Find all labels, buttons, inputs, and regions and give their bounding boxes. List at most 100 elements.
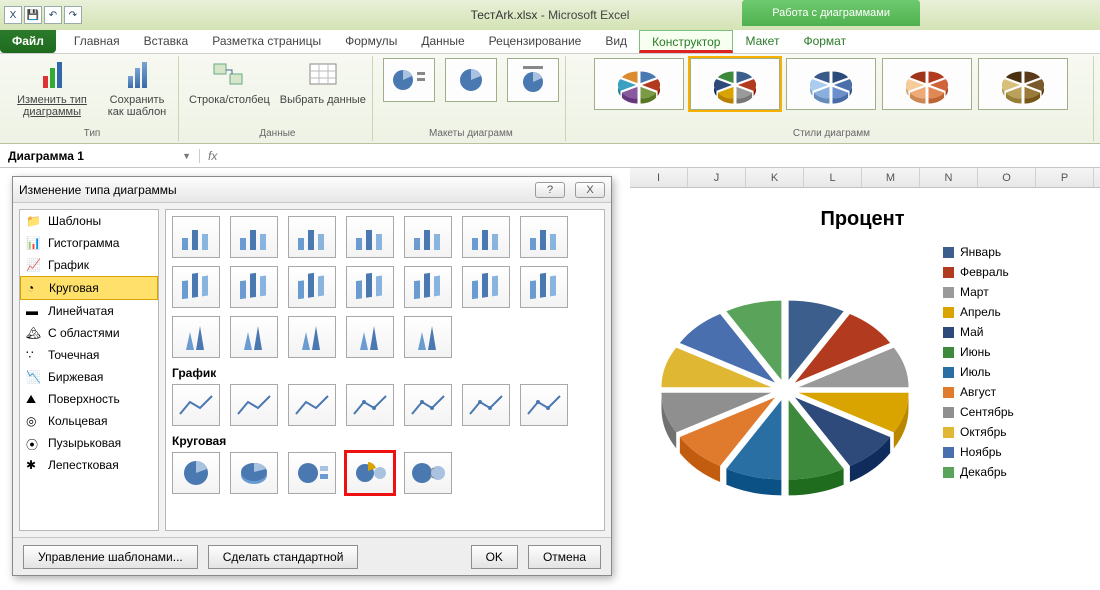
chart-style-4[interactable] — [882, 58, 972, 110]
embedded-chart[interactable]: Процент ЯнварьФевральМартАпрельМайИюньИю… — [635, 200, 1090, 570]
tab-view[interactable]: Вид — [593, 30, 639, 53]
chart-style-1[interactable] — [594, 58, 684, 110]
dialog-titlebar[interactable]: Изменение типа диаграммы ? X — [13, 177, 611, 203]
chart-subtype-thumb[interactable] — [288, 452, 336, 494]
chart-subtype-thumb[interactable] — [172, 384, 220, 426]
chart-subtype-thumb[interactable] — [404, 316, 452, 358]
col-N[interactable]: N — [920, 168, 978, 187]
chart-subtype-thumb[interactable] — [520, 266, 568, 308]
undo-icon[interactable]: ↶ — [44, 6, 62, 24]
tab-format[interactable]: Формат — [791, 30, 858, 53]
legend-swatch — [943, 387, 954, 398]
chart-subtype-thumb[interactable] — [288, 316, 336, 358]
legend-item: Сентябрь — [943, 405, 1014, 419]
chart-subtype-thumb[interactable] — [172, 266, 220, 308]
chart-subtype-thumb[interactable] — [462, 384, 510, 426]
col-M[interactable]: M — [862, 168, 920, 187]
category-icon: ✱ — [26, 458, 42, 472]
category-Лепестковая[interactable]: ✱Лепестковая — [20, 454, 158, 476]
tab-design[interactable]: Конструктор — [639, 30, 733, 53]
cancel-button[interactable]: Отмена — [528, 545, 601, 569]
dropdown-icon[interactable]: ▼ — [182, 151, 191, 161]
category-Пузырьковая[interactable]: ⦿Пузырьковая — [20, 432, 158, 454]
name-box[interactable]: Диаграмма 1 ▼ — [0, 149, 200, 163]
col-I[interactable]: I — [630, 168, 688, 187]
chart-subtype-thumb[interactable] — [404, 266, 452, 308]
category-Гистограмма[interactable]: 📊Гистограмма — [20, 232, 158, 254]
chart-subtype-thumb[interactable] — [288, 266, 336, 308]
category-Шаблоны[interactable]: 📁Шаблоны — [20, 210, 158, 232]
chart-subtype-thumb[interactable] — [230, 266, 278, 308]
tab-formulas[interactable]: Формулы — [333, 30, 409, 53]
chart-subtype-thumb[interactable] — [172, 216, 220, 258]
legend-swatch — [943, 407, 954, 418]
switch-row-column-button[interactable]: Строка/столбец — [189, 58, 270, 106]
manage-templates-button[interactable]: Управление шаблонами... — [23, 545, 198, 569]
tab-file[interactable]: Файл — [0, 30, 56, 53]
tab-data[interactable]: Данные — [409, 30, 476, 53]
chart-subtype-thumb[interactable] — [404, 384, 452, 426]
legend-item: Июнь — [943, 345, 1014, 359]
chart-style-2[interactable] — [690, 58, 780, 110]
chart-subtype-thumb[interactable] — [520, 216, 568, 258]
category-Круговая[interactable]: ◔Круговая — [20, 276, 158, 300]
chart-style-gallery — [594, 58, 1068, 110]
category-С областями[interactable]: 🏔С областями — [20, 322, 158, 344]
chart-subtype-thumb[interactable] — [346, 316, 394, 358]
set-default-button[interactable]: Сделать стандартной — [208, 545, 359, 569]
legend-item: Декабрь — [943, 465, 1014, 479]
col-J[interactable]: J — [688, 168, 746, 187]
ok-button[interactable]: OK — [471, 545, 518, 569]
help-icon[interactable]: ? — [535, 182, 565, 198]
close-icon[interactable]: X — [575, 182, 605, 198]
category-Поверхность[interactable]: ⛰Поверхность — [20, 388, 158, 410]
category-Линейчатая[interactable]: ▬Линейчатая — [20, 300, 158, 322]
category-Точечная[interactable]: ∵Точечная — [20, 344, 158, 366]
col-P[interactable]: P — [1036, 168, 1094, 187]
chart-subtype-thumb[interactable] — [346, 452, 394, 494]
category-График[interactable]: 📈График — [20, 254, 158, 276]
chart-subtype-thumb[interactable] — [230, 216, 278, 258]
redo-icon[interactable]: ↷ — [64, 6, 82, 24]
chart-subtype-thumb[interactable] — [172, 316, 220, 358]
tab-insert[interactable]: Вставка — [132, 30, 201, 53]
chart-subtype-thumb[interactable] — [520, 384, 568, 426]
legend-swatch — [943, 447, 954, 458]
chart-layout-2[interactable] — [445, 58, 497, 102]
save-icon[interactable]: 💾 — [24, 6, 42, 24]
legend-swatch — [943, 347, 954, 358]
chart-subtype-thumb[interactable] — [288, 216, 336, 258]
chart-subtype-thumb[interactable] — [346, 266, 394, 308]
excel-icon[interactable]: X — [4, 6, 22, 24]
chart-subtype-thumb[interactable] — [230, 316, 278, 358]
chart-subtype-thumb[interactable] — [462, 266, 510, 308]
select-data-button[interactable]: Выбрать данные — [280, 58, 366, 106]
tab-layout[interactable]: Макет — [733, 30, 791, 53]
tab-review[interactable]: Рецензирование — [477, 30, 594, 53]
chart-layout-1[interactable] — [383, 58, 435, 102]
change-chart-type-button[interactable]: Изменить тип диаграммы — [12, 58, 92, 118]
chart-subtype-thumb[interactable] — [404, 452, 452, 494]
category-Кольцевая[interactable]: ◎Кольцевая — [20, 410, 158, 432]
chart-layout-3[interactable] — [507, 58, 559, 102]
col-K[interactable]: K — [746, 168, 804, 187]
chart-subtype-thumb[interactable] — [404, 216, 452, 258]
tab-home[interactable]: Главная — [62, 30, 132, 53]
chart-style-3[interactable] — [786, 58, 876, 110]
chart-style-5[interactable] — [978, 58, 1068, 110]
chart-subtype-thumb[interactable] — [288, 384, 336, 426]
chart-subtype-thumb[interactable] — [346, 216, 394, 258]
category-Биржевая[interactable]: 📉Биржевая — [20, 366, 158, 388]
chart-subtype-thumb[interactable] — [230, 384, 278, 426]
legend-swatch — [943, 427, 954, 438]
col-L[interactable]: L — [804, 168, 862, 187]
ribbon-group-styles: Стили диаграмм — [570, 56, 1094, 141]
chart-subtype-thumb[interactable] — [346, 384, 394, 426]
fx-label[interactable]: fx — [200, 149, 225, 163]
save-as-template-button[interactable]: Сохранить как шаблон — [102, 58, 172, 118]
tab-page-layout[interactable]: Разметка страницы — [200, 30, 333, 53]
col-O[interactable]: O — [978, 168, 1036, 187]
chart-subtype-thumb[interactable] — [462, 216, 510, 258]
chart-subtype-thumb[interactable] — [172, 452, 220, 494]
chart-subtype-thumb[interactable] — [230, 452, 278, 494]
